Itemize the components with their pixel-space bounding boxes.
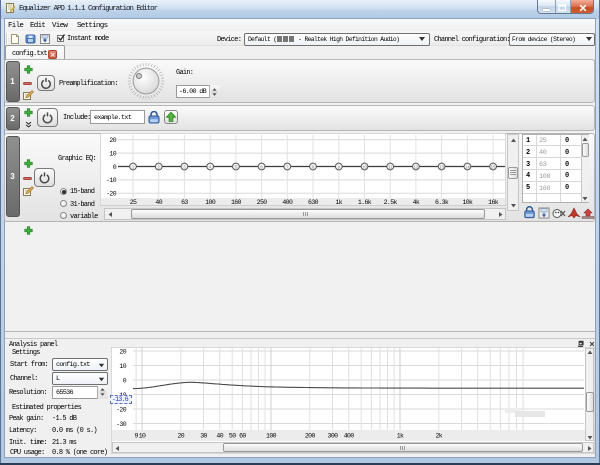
- svg-text:25: 25: [130, 199, 137, 206]
- svg-text:2.5k: 2.5k: [384, 199, 398, 206]
- svg-text:40: 40: [155, 199, 162, 206]
- svg-text:10: 10: [119, 363, 126, 370]
- svg-text:6.3k: 6.3k: [435, 199, 449, 206]
- svg-text:15: 15: [491, 164, 496, 169]
- svg-text:14: 14: [465, 164, 470, 169]
- svg-text:400: 400: [344, 433, 355, 440]
- svg-text:100: 100: [266, 433, 277, 440]
- svg-text:250: 250: [257, 199, 268, 206]
- svg-text:11: 11: [388, 164, 393, 169]
- svg-text:-30: -30: [116, 421, 127, 428]
- svg-text:10k: 10k: [462, 199, 473, 206]
- svg-text:16k: 16k: [488, 199, 499, 206]
- svg-text:1k: 1k: [397, 433, 404, 440]
- svg-text:60: 60: [239, 433, 246, 440]
- svg-text:10: 10: [109, 150, 116, 157]
- svg-text:50: 50: [229, 433, 236, 440]
- svg-text:13: 13: [439, 164, 444, 169]
- svg-text:-20: -20: [106, 191, 117, 198]
- svg-text:4k: 4k: [413, 199, 420, 206]
- svg-text:30: 30: [200, 433, 207, 440]
- svg-text:12: 12: [414, 164, 419, 169]
- svg-text:-20: -20: [116, 406, 127, 413]
- svg-text:20: 20: [109, 137, 116, 144]
- svg-text:1k: 1k: [335, 199, 342, 206]
- svg-text:40: 40: [216, 433, 223, 440]
- svg-text:20: 20: [119, 348, 126, 355]
- svg-text:100: 100: [205, 199, 216, 206]
- svg-text:300: 300: [328, 433, 339, 440]
- svg-text:200: 200: [305, 433, 316, 440]
- svg-text:63: 63: [181, 199, 188, 206]
- svg-text:630: 630: [308, 199, 319, 206]
- svg-text:160: 160: [231, 199, 242, 206]
- svg-text:400: 400: [282, 199, 293, 206]
- svg-text:-10: -10: [106, 177, 117, 184]
- svg-text:1.6k: 1.6k: [358, 199, 372, 206]
- svg-text:10: 10: [362, 164, 367, 169]
- svg-text:20: 20: [177, 433, 184, 440]
- svg-text:10: 10: [139, 433, 146, 440]
- svg-text:2k: 2k: [435, 433, 442, 440]
